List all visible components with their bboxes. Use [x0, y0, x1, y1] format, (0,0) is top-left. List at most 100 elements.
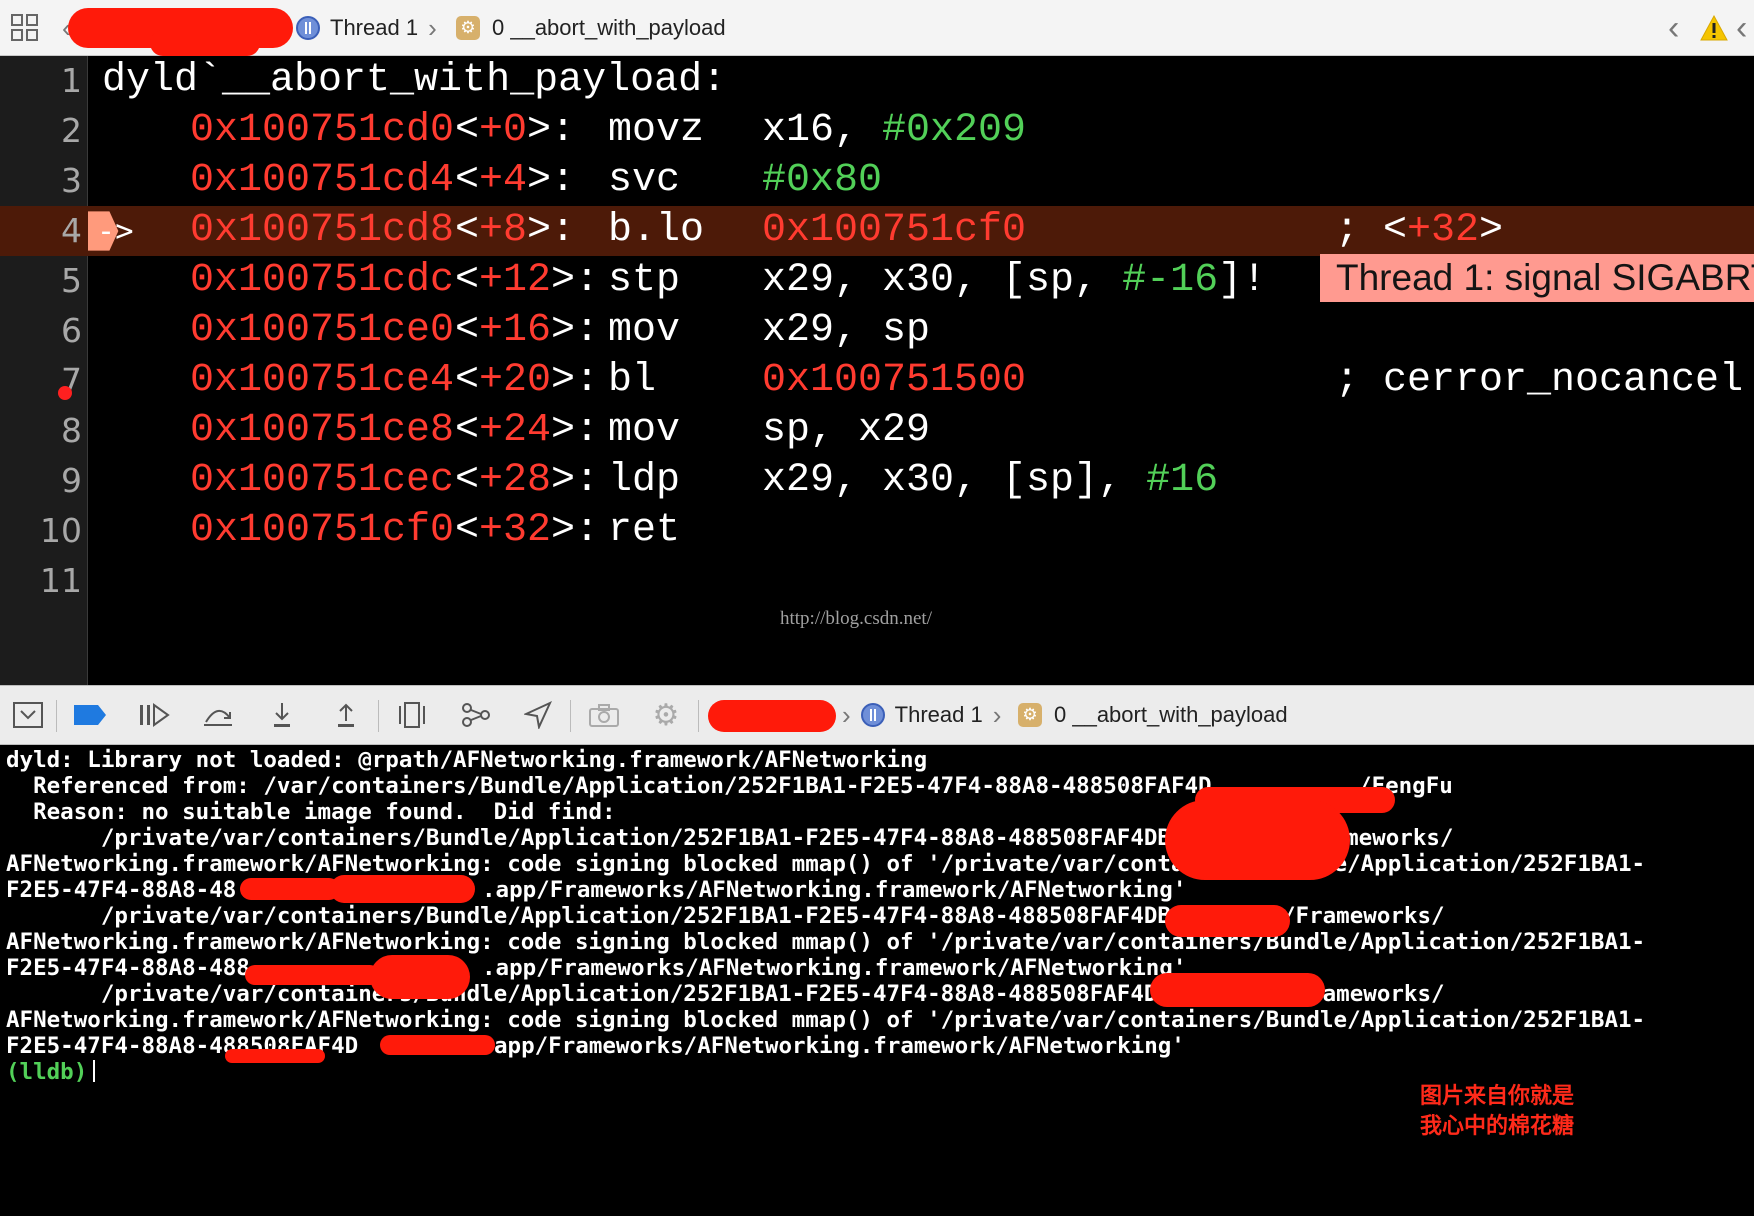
instruction-address: 0x100751cd8	[190, 208, 455, 253]
instruction-mnemonic: stp	[608, 258, 681, 303]
lldb-prompt-label: (lldb)	[6, 1059, 88, 1085]
console-line-tail: app/Frameworks/AFNetworking.framework/AF…	[494, 1033, 1185, 1059]
redaction-mark	[380, 1035, 495, 1055]
view-hierarchy-icon	[399, 702, 425, 728]
jumpbar-frame[interactable]: ⚙ 0 __abort_with_payload	[456, 0, 726, 56]
code-line[interactable]: 9 0x100751cec <+28>: ldp x29, x30, [sp], #16	[0, 456, 1754, 506]
instruction-operands: x29, sp	[762, 308, 931, 353]
svg-text:->: ->	[97, 214, 134, 249]
code-line[interactable]: 5 0x100751cdc <+12>: stp x29, x30, [sp, #-16…	[0, 256, 1754, 306]
environment-overrides-button[interactable]: ⚙	[644, 686, 688, 744]
instruction-address: 0x100751cec	[190, 458, 455, 503]
chevron-right-icon: ›	[842, 699, 851, 730]
view-debugger-button[interactable]	[390, 686, 434, 744]
step-over-button[interactable]	[196, 686, 240, 744]
line-number: 7	[61, 361, 82, 400]
capture-gpu-frame-button[interactable]	[582, 686, 626, 744]
next-issue-icon[interactable]: ‹	[1736, 0, 1747, 56]
console-line: Reason: no suitable image found. Did fin…	[6, 799, 616, 825]
related-items-icon[interactable]	[10, 0, 40, 56]
instruction-address: 0x100751cf0	[190, 508, 455, 553]
stack-frame-icon: ⚙	[456, 16, 480, 40]
code-line[interactable]: 7 0x100751ce4 <+20>: bl 0x100751500 ; cerror_…	[0, 356, 1754, 406]
jump-bar: ‹ Thread 1 › ⚙ 0 __abort_with_payload ‹ …	[0, 0, 1754, 56]
code-line[interactable]: 3 0x100751cd4 <+4>: svc #0x80	[0, 156, 1754, 206]
code-line[interactable]: 1 dyld`__abort_with_payload:	[0, 56, 1754, 106]
debug-console[interactable]: dyld: Library not loaded: @rpath/AFNetwo…	[0, 745, 1754, 1216]
instruction-mnemonic: mov	[608, 408, 681, 453]
program-counter-icon[interactable]: ->	[88, 206, 138, 256]
separator	[378, 700, 379, 732]
redaction-mark	[708, 700, 836, 732]
hide-debug-area-button[interactable]	[6, 686, 50, 744]
instruction-offset: <+16>:	[455, 308, 600, 353]
console-line: /private/var/containers/Bundle/Applicati…	[6, 903, 1171, 929]
console-line-tail: .app/Frameworks/AFNetworking.framework/A…	[482, 877, 1187, 903]
line-number: 6	[61, 311, 82, 350]
console-line: AFNetworking.framework/AFNetworking: cod…	[6, 851, 1646, 877]
console-line: Referenced from: /var/containers/Bundle/…	[6, 773, 1212, 799]
code-line[interactable]: 2 0x100751cd0 <+0>: movz x16, #0x209	[0, 106, 1754, 156]
debugbar-frame[interactable]: ⚙ 0 __abort_with_payload	[1018, 686, 1288, 744]
separator	[698, 700, 699, 732]
redaction-mark	[225, 1049, 325, 1063]
step-over-icon	[204, 710, 232, 726]
continue-icon	[140, 703, 170, 727]
separator	[56, 700, 57, 732]
redaction-mark	[1150, 973, 1325, 1007]
instruction-address: 0x100751cdc	[190, 258, 455, 303]
memory-graph-icon	[462, 703, 490, 727]
instruction-operands: sp, x29	[762, 408, 931, 453]
redaction-mark	[1165, 905, 1290, 937]
instruction-comment: ; cerror_nocancel	[1335, 358, 1744, 403]
step-into-button[interactable]	[260, 686, 304, 744]
code-line[interactable]: 8 0x100751ce8 <+24>: mov sp, x29	[0, 406, 1754, 456]
line-number: 11	[40, 561, 82, 600]
code-line[interactable]: 6 0x100751ce0 <+16>: mov x29, sp	[0, 306, 1754, 356]
line-number: 9	[61, 461, 82, 500]
console-line: AFNetworking.framework/AFNetworking: cod…	[6, 929, 1646, 955]
continue-button[interactable]	[132, 686, 176, 744]
instruction-offset: <+12>:	[455, 258, 600, 303]
breakpoints-toggle-button[interactable]	[68, 686, 112, 744]
memory-graph-button[interactable]	[454, 686, 498, 744]
current-instruction-line[interactable]: 4 0x100751cd8 <+8>: b.lo 0x100751cf0 ; <+32> -…	[0, 206, 1754, 302]
instruction-offset: <+24>:	[455, 408, 600, 453]
code-line[interactable]: 10 0x100751cf0 <+32>: ret	[0, 506, 1754, 556]
instruction-mnemonic: ldp	[608, 458, 681, 503]
instruction-operands: x29, x30, [sp], #16	[762, 458, 1219, 503]
jumpbar-thread[interactable]: Thread 1 ›	[296, 0, 437, 56]
code-line[interactable]: 11	[0, 556, 1754, 606]
instruction-mnemonic: svc	[608, 158, 681, 203]
hide-debug-area-icon	[13, 702, 43, 728]
instruction-mnemonic: movz	[608, 108, 705, 153]
previous-issue-icon[interactable]: ‹	[1668, 0, 1679, 56]
debugbar-thread[interactable]: › Thread 1 ›	[842, 686, 1001, 744]
instruction-offset: <+4>:	[455, 158, 576, 203]
step-out-button[interactable]	[324, 686, 368, 744]
debugbar-thread-label: Thread 1	[894, 702, 983, 727]
instruction-offset: <+0>:	[455, 108, 576, 153]
thread-icon	[296, 16, 320, 40]
breakpoint-marker-icon[interactable]	[58, 386, 72, 400]
instruction-offset: <+28>:	[455, 458, 600, 503]
note-line-2: 我心中的棉花糖	[1420, 1114, 1575, 1139]
text-cursor	[93, 1060, 96, 1082]
instruction-address: 0x100751ce4	[190, 358, 455, 403]
instruction-offset: <+32>:	[455, 508, 600, 553]
separator	[570, 700, 571, 732]
instruction-mnemonic: b.lo	[608, 208, 705, 253]
instruction-operands: 0x100751cf0	[762, 208, 1027, 253]
lldb-prompt[interactable]: (lldb)	[6, 1059, 96, 1085]
instruction-offset: <+20>:	[455, 358, 600, 403]
line-number: 5	[61, 261, 82, 300]
instruction-operands: x16, #0x209	[762, 108, 1027, 153]
note-line-1: 图片来自你就是	[1420, 1084, 1575, 1109]
console-line-tail: .app/Frameworks/AFNetworking.framework/A…	[482, 955, 1187, 981]
line-number: 8	[61, 411, 82, 450]
warning-icon[interactable]	[1700, 0, 1728, 56]
step-out-icon	[338, 703, 354, 727]
location-arrow-icon	[524, 701, 552, 729]
simulate-location-button[interactable]	[516, 686, 560, 744]
step-into-icon	[274, 703, 290, 727]
